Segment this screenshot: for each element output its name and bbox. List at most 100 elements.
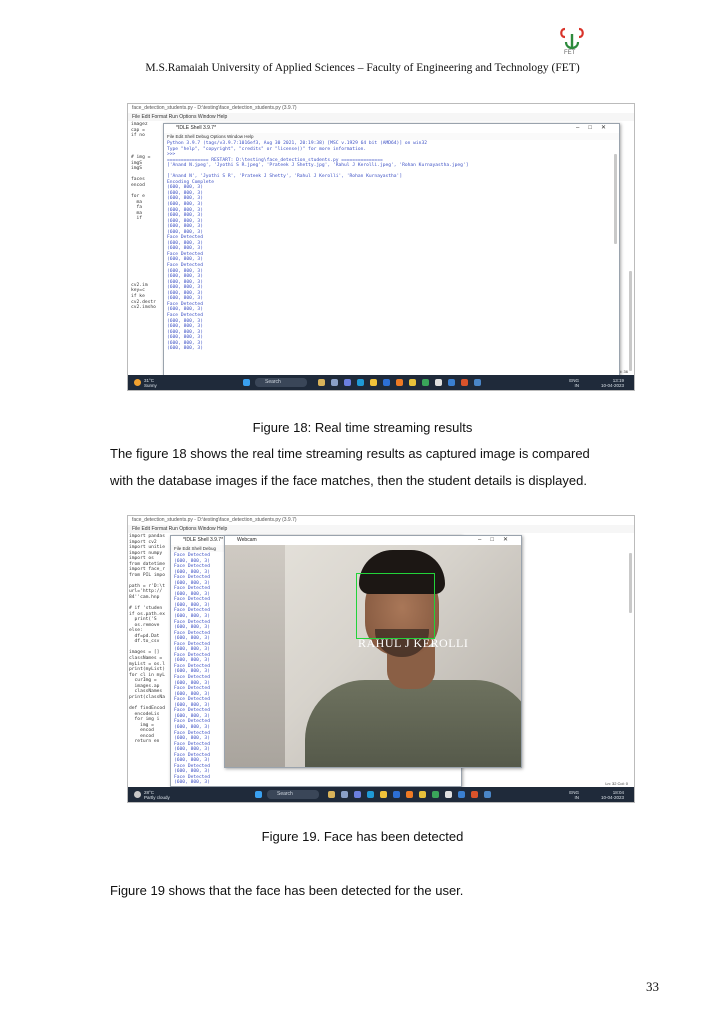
text-line: (600, 800, 3)	[174, 736, 210, 742]
start-icon[interactable]	[243, 379, 250, 386]
weather-desc: Sunny	[144, 383, 157, 388]
weather-desc: Partly cloudy	[144, 795, 170, 800]
chrome-icon[interactable]	[419, 791, 426, 798]
text-line: import unitie	[129, 545, 165, 551]
cloud-sun-icon	[134, 791, 141, 798]
python-icon[interactable]	[461, 379, 468, 386]
edge-icon[interactable]	[357, 379, 364, 386]
editor-scrollbar[interactable]	[629, 271, 632, 371]
text-line: import face_r	[129, 567, 165, 573]
text-line: (600, 800, 3)	[174, 780, 210, 786]
app-icon[interactable]	[458, 791, 465, 798]
chrome-icon[interactable]	[409, 379, 416, 386]
language-indicator: ENG IN	[569, 378, 579, 388]
editor-title-bar: face_detection_students.py - D:\testing\…	[128, 516, 634, 525]
python-icon[interactable]	[471, 791, 478, 798]
language-indicator: ENG IN	[569, 790, 579, 800]
edge-icon[interactable]	[367, 791, 374, 798]
text-line: Face Detected	[174, 697, 210, 703]
text-line: Python 3.9.7 (tags/v3.9.7:1016ef3, Aug 3…	[167, 141, 427, 146]
text-line: (600, 800, 3)	[174, 724, 210, 730]
taskbar: 28°C Partly cloudy Search ENG IN 18:04 10-…	[128, 787, 634, 802]
text-line: print(classNa	[129, 694, 165, 700]
app-icon[interactable]	[393, 791, 400, 798]
code-text: import pandas import cv2 import unitie impo…	[129, 534, 165, 745]
text-line: classNames =	[129, 656, 163, 662]
figure-19-caption: Figure 19. Face has been detected	[261, 829, 464, 844]
app-icon[interactable]	[383, 379, 390, 386]
text-line: print(myList)	[129, 667, 165, 673]
clock: 18:04 10-04-2023	[600, 790, 624, 800]
paragraph: Figure 19 shows that the face has been d…	[110, 883, 464, 898]
firefox-icon[interactable]	[396, 379, 403, 386]
app-icon[interactable]	[484, 791, 491, 798]
window-controls[interactable]: –□✕	[478, 536, 517, 545]
shell-output: Python 3.9.7 (tags/v3.9.7:1016ef3, Aug 3…	[167, 141, 468, 352]
search-box[interactable]: Search	[267, 790, 319, 799]
text-line: Face Detected	[174, 586, 210, 592]
shell-menu[interactable]: File Edit Shell Debug Options Window Hel…	[164, 133, 619, 140]
clock: 13:19 10-04-2023	[600, 378, 624, 388]
text-line: (600, 800, 3)	[174, 636, 210, 642]
webcam-feed: RAHUL J KEROLLI	[225, 545, 521, 767]
paragraph: The figure 18 shows the real time stream…	[110, 446, 590, 461]
app-icon[interactable]	[448, 379, 455, 386]
system-tray[interactable]: ENG IN 18:04 10-04-2023	[569, 790, 624, 800]
text-line: Face Detected	[174, 564, 210, 570]
explorer-icon[interactable]	[380, 791, 387, 798]
page-number: 33	[646, 979, 659, 994]
paragraph: with the database images if the face mat…	[110, 473, 587, 488]
taskview-icon[interactable]	[328, 791, 335, 798]
weather-widget[interactable]: 28°C Partly cloudy	[134, 790, 170, 800]
app-icon[interactable]	[341, 791, 348, 798]
app-icon[interactable]	[445, 791, 452, 798]
app-icon[interactable]	[432, 791, 439, 798]
webcam-title: Webcam	[225, 536, 521, 545]
text-line: (600, 800, 3)	[174, 625, 210, 631]
editor-title-bar: face_detection_students.py - D:\testing\…	[128, 104, 634, 113]
app-icon[interactable]	[331, 379, 338, 386]
editor-menu-bar[interactable]: File Edit Format Run Options Window Help	[128, 525, 634, 533]
window-controls[interactable]: –□✕	[576, 124, 615, 133]
text-line: Face Detected	[174, 553, 210, 558]
code-text: imagez cap = if no # img = imgS imgS faces en…	[131, 122, 156, 311]
text-line: ['Anand N.jpeg', 'Jyothi S R.jpeg', 'Pra…	[167, 163, 469, 169]
background-wall	[225, 545, 285, 767]
idle-shell-window: *IDLE Shell 3.9.7* –□✕ File Edit Shell D…	[163, 123, 620, 377]
text-line: return en	[129, 739, 160, 745]
text-line: (600, 800, 3)	[174, 747, 210, 753]
text-line: Face Detected	[174, 686, 210, 692]
text-line: from PIL impo	[129, 572, 165, 578]
app-icon[interactable]	[422, 379, 429, 386]
weather-widget[interactable]: 31°C Sunny	[134, 378, 157, 388]
sun-icon	[134, 379, 141, 386]
app-icon[interactable]	[344, 379, 351, 386]
shell-output: Face Detected (600, 800, 3) Face Detected (…	[174, 553, 210, 786]
firefox-icon[interactable]	[406, 791, 413, 798]
start-icon[interactable]	[255, 791, 262, 798]
taskview-icon[interactable]	[318, 379, 325, 386]
system-tray[interactable]: ENG IN 13:19 10-04-2023	[569, 378, 624, 388]
shell-scrollbar[interactable]	[614, 154, 617, 244]
logo-text: FET	[564, 50, 576, 56]
shell-title: *IDLE Shell 3.9.7*	[164, 124, 619, 133]
figure-18-screenshot: face_detection_students.py - D:\testing\…	[127, 103, 635, 391]
figure-18-caption: Figure 18: Real time streaming results	[252, 420, 473, 435]
person-shirt	[305, 680, 521, 767]
app-icon[interactable]	[354, 791, 361, 798]
page-header: M.S.Ramaiah University of Applied Scienc…	[145, 62, 580, 74]
editor-menu-bar[interactable]: File Edit Format Run Options Window Help	[128, 113, 634, 121]
app-icon[interactable]	[474, 379, 481, 386]
app-icon[interactable]	[435, 379, 442, 386]
search-box[interactable]: Search	[255, 378, 307, 387]
editor-status: Ln: 32 Col: 0	[605, 781, 628, 786]
text-line: cv2.imsho	[131, 305, 156, 311]
text-line: (600, 800, 3)	[167, 346, 203, 352]
text-line: def findEncod	[129, 705, 165, 711]
text-line: Face Detected	[174, 575, 210, 581]
webcam-window: Webcam –□✕ RAHUL J KEROLLI	[224, 535, 522, 768]
face-name-label: RAHUL J KEROLLI	[358, 636, 469, 650]
editor-scrollbar[interactable]	[629, 553, 632, 613]
explorer-icon[interactable]	[370, 379, 377, 386]
text-line: (600, 800, 3)	[174, 758, 210, 764]
